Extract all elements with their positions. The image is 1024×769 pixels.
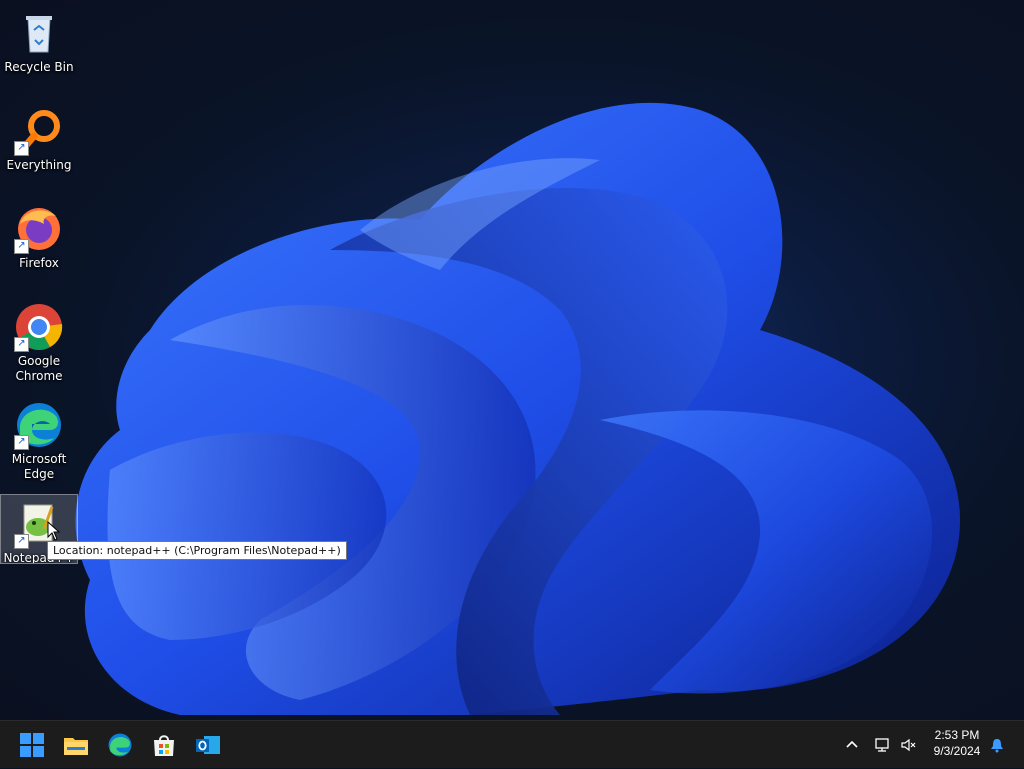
shortcut-arrow-icon: ↗ [14, 141, 29, 156]
taskbar-clock[interactable]: 2:53 PM 9/3/2024 [924, 727, 990, 759]
recycle-bin-icon [14, 8, 64, 58]
desktop-icon-label: Everything [6, 158, 72, 172]
clock-date: 9/3/2024 [933, 744, 981, 758]
desktop-icon-google-chrome[interactable]: ↗ Google Chrome [0, 298, 78, 383]
clock-time: 2:53 PM [934, 728, 980, 742]
everything-search-icon: ↗ [14, 106, 64, 156]
microsoft-store-icon [154, 735, 174, 756]
location-tooltip: Location: notepad++ (C:\Program Files\No… [47, 541, 347, 560]
shortcut-arrow-icon: ↗ [14, 435, 29, 450]
desktop-icon-everything[interactable]: ↗ Everything [0, 102, 78, 180]
taskbar-file-explorer-button[interactable] [56, 725, 96, 765]
desktop-icon-label: Recycle Bin [4, 60, 74, 74]
chrome-icon: ↗ [14, 302, 64, 352]
shortcut-arrow-icon: ↗ [14, 337, 29, 352]
taskbar-outlook-button[interactable] [188, 725, 228, 765]
bloom-wallpaper [75, 102, 961, 715]
windows-start-icon [20, 733, 44, 757]
mouse-pointer-icon [47, 521, 61, 541]
desktop-icon-microsoft-edge[interactable]: ↗ Microsoft Edge [0, 396, 78, 481]
taskbar-edge-button[interactable] [100, 725, 140, 765]
shortcut-arrow-icon: ↗ [14, 534, 29, 549]
desktop-icon-firefox[interactable]: ↗ Firefox [0, 200, 78, 278]
taskbar-store-button[interactable] [144, 725, 184, 765]
desktop-icon-recycle-bin[interactable]: Recycle Bin [0, 4, 78, 82]
taskbar [0, 720, 1024, 768]
desktop-icon-label: Firefox [19, 256, 59, 270]
firefox-icon: ↗ [14, 204, 64, 254]
outlook-icon [196, 736, 220, 754]
file-explorer-icon [64, 738, 88, 755]
desktop-icon-label: Google Chrome [15, 354, 63, 383]
desktop[interactable]: Recycle Bin ↗ Everything ↗ Firefox ↗ Goo… [0, 0, 1024, 720]
edge-icon [108, 733, 132, 757]
desktop-icon-label: Microsoft Edge [11, 452, 67, 481]
start-button[interactable] [12, 725, 52, 765]
volume-muted-icon[interactable] [898, 721, 920, 769]
show-hidden-icons-chevron-icon[interactable] [840, 721, 864, 769]
network-icon[interactable] [872, 721, 894, 769]
shortcut-arrow-icon: ↗ [14, 239, 29, 254]
edge-icon: ↗ [14, 400, 64, 450]
